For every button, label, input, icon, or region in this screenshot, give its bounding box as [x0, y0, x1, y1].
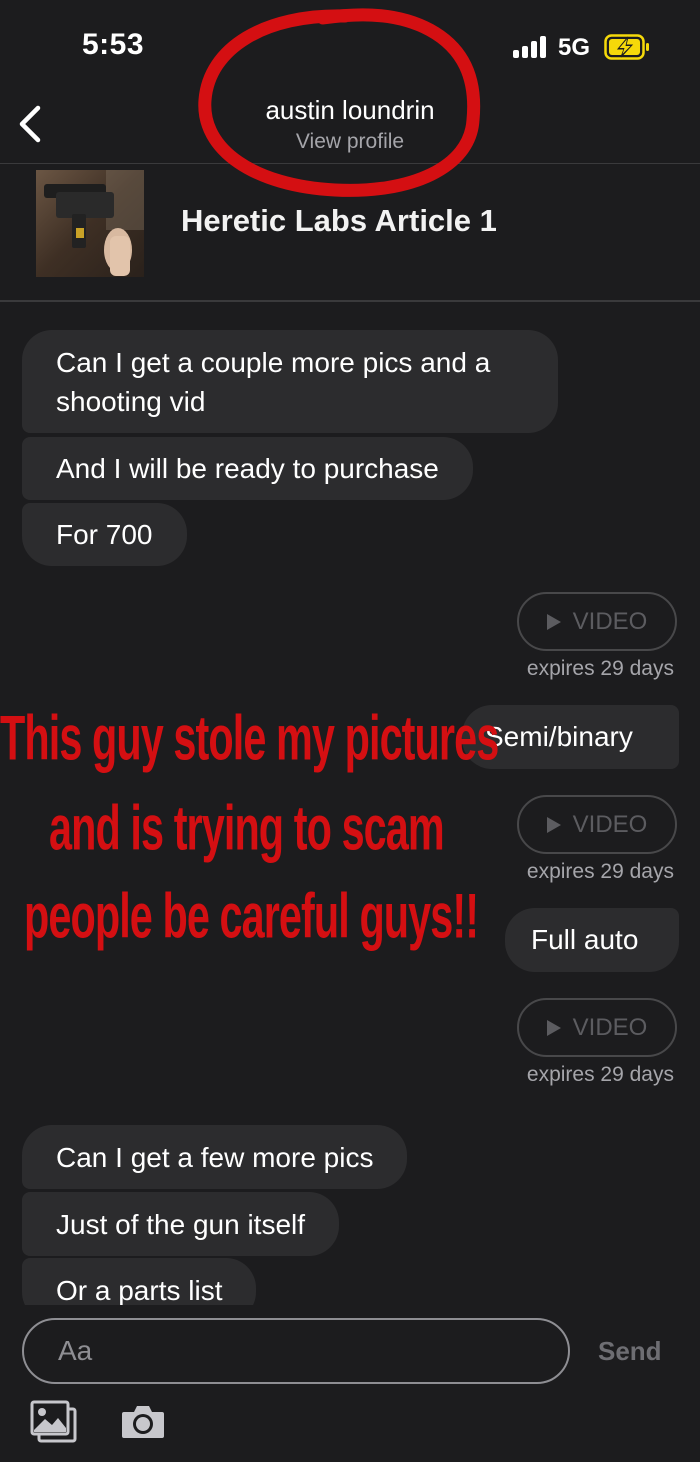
gallery-icon[interactable]: [30, 1400, 78, 1444]
incoming-message: And I will be ready to purchase: [22, 437, 473, 500]
expiry-label: expires 29 days: [526, 657, 674, 680]
incoming-message: Can I get a few more pics: [22, 1125, 408, 1189]
listing-divider: [0, 300, 700, 302]
message-input[interactable]: [22, 1318, 570, 1384]
video-attachment[interactable]: VIDEO: [517, 592, 677, 651]
expiry-label: expires 29 days: [526, 860, 674, 883]
listing-thumbnail[interactable]: [36, 170, 144, 277]
camera-icon[interactable]: [120, 1403, 166, 1441]
play-icon: [546, 613, 561, 630]
status-bar: 5:53 5G: [0, 0, 700, 90]
play-icon: [546, 1019, 561, 1036]
warning-annotation-line: and is trying to scam: [49, 792, 445, 864]
warning-annotation-line: people be careful guys!!: [24, 880, 479, 952]
expiry-label: expires 29 days: [526, 1063, 674, 1086]
play-icon: [546, 816, 561, 833]
view-profile-link[interactable]: View profile: [0, 130, 700, 154]
network-type: 5G: [558, 34, 591, 61]
listing-title[interactable]: Heretic Labs Article 1: [181, 203, 497, 239]
video-label: VIDEO: [572, 1013, 648, 1041]
video-label: VIDEO: [572, 810, 648, 838]
status-time: 5:53: [82, 28, 145, 61]
video-label: VIDEO: [572, 607, 648, 635]
header-divider: [0, 163, 700, 164]
battery-charging-icon: [604, 34, 649, 60]
contact-name[interactable]: austin loundrin: [0, 95, 700, 126]
incoming-message: Just of the gun itself: [22, 1192, 340, 1256]
send-button[interactable]: Send: [598, 1336, 662, 1367]
video-attachment[interactable]: VIDEO: [517, 998, 677, 1057]
warning-annotation-line: This guy stole my pictures: [0, 702, 499, 774]
signal-icon: [513, 36, 547, 58]
incoming-message: For 700: [22, 503, 187, 566]
incoming-message: Can I get a couple more pics and a shoot…: [22, 330, 558, 433]
video-attachment[interactable]: VIDEO: [517, 795, 677, 854]
outgoing-message: Full auto: [505, 908, 679, 972]
